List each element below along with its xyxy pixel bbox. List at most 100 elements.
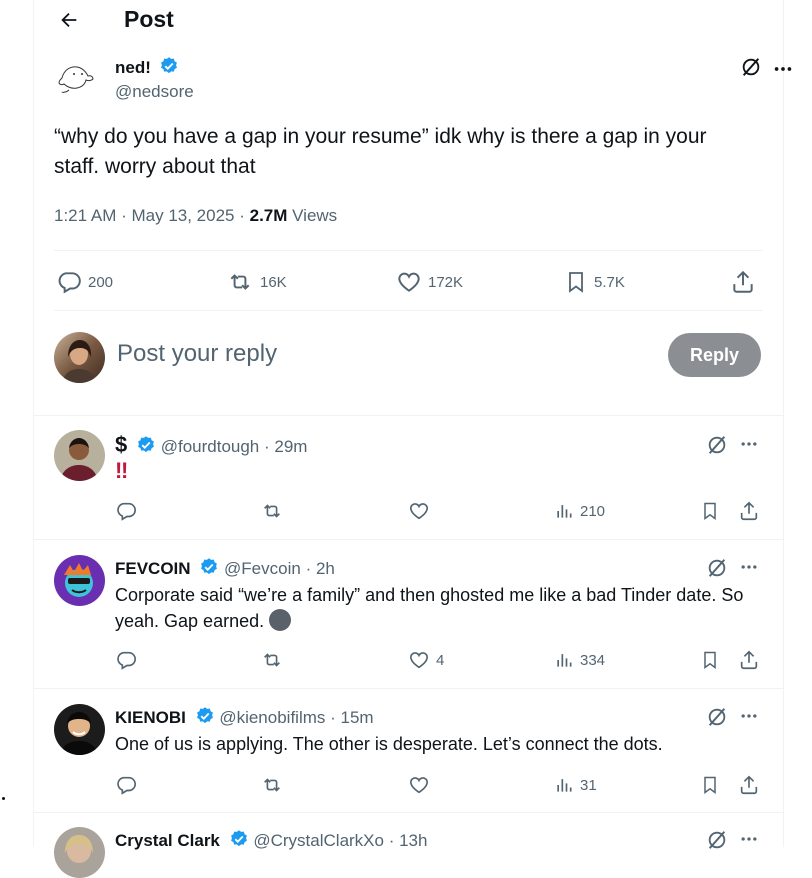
analytics-icon: [557, 779, 572, 792]
grok-button[interactable]: [706, 434, 728, 461]
reply-author-handle[interactable]: @kienobifilms: [219, 708, 325, 727]
author-handle[interactable]: @nedsore: [115, 82, 194, 102]
back-button[interactable]: [54, 6, 84, 34]
divider: [34, 415, 783, 416]
comment-icon: [117, 502, 136, 521]
grok-button[interactable]: [706, 557, 728, 584]
page-title: Post: [124, 6, 174, 32]
reply-count: 200: [88, 273, 114, 291]
author-name[interactable]: ned!: [115, 58, 151, 77]
reply-author-name[interactable]: Crystal Clark: [115, 831, 220, 850]
post-author: ned! @nedsore: [54, 52, 792, 108]
reply-avatar[interactable]: [54, 430, 105, 481]
post-meta: 1:21 AM · May 13, 2025 · 2.7M Views: [54, 206, 337, 226]
like-action[interactable]: 4: [408, 645, 444, 675]
reply-text: ‼: [115, 458, 128, 483]
share-action[interactable]: [738, 770, 760, 800]
reply-author-handle[interactable]: @CrystalClarkXo: [253, 831, 384, 850]
views-action[interactable]: 31: [554, 770, 597, 800]
reply-time[interactable]: · 13h: [389, 831, 428, 850]
bookmark-action[interactable]: [700, 770, 720, 800]
reply-button[interactable]: Reply: [668, 333, 761, 377]
repost-action[interactable]: [260, 496, 284, 526]
more-horizontal-icon: [741, 442, 757, 446]
analytics-icon: [557, 654, 572, 667]
verified-badge-icon: [161, 57, 178, 74]
reply-author-handle[interactable]: @Fevcoin: [224, 559, 301, 578]
like-action[interactable]: [408, 496, 436, 526]
reply-author-name[interactable]: KIENOBI: [115, 708, 186, 727]
more-horizontal-icon: [774, 67, 792, 71]
comment-icon: [58, 272, 81, 294]
views-count: 334: [580, 651, 606, 669]
reply-author-name[interactable]: FEVCOIN: [115, 559, 191, 578]
views-action[interactable]: 210: [554, 496, 605, 526]
views-count: 31: [580, 776, 597, 794]
reply-time[interactable]: · 2h: [306, 559, 335, 578]
repost-action[interactable]: [260, 645, 284, 675]
repost-action[interactable]: 16K: [226, 262, 287, 302]
reply-avatar[interactable]: [54, 555, 105, 606]
verified-badge-icon: [230, 830, 247, 847]
grok-icon: [708, 436, 726, 454]
share-action[interactable]: [738, 496, 760, 526]
reply-item[interactable]: KIENOBI @kienobifilms · 15m One of us is…: [34, 704, 783, 809]
reply-author-name[interactable]: $: [115, 432, 127, 457]
neutral-face-emoji-icon: [269, 609, 292, 631]
reply-header: $ @fourdtough · 29m: [115, 432, 307, 458]
bookmark-action[interactable]: [700, 496, 720, 526]
grok-button[interactable]: [706, 829, 728, 856]
arrow-left-icon: [61, 12, 77, 28]
reply-input[interactable]: Post your reply: [117, 340, 277, 368]
reply-header: Crystal Clark @CrystalClarkXo · 13h: [115, 829, 427, 851]
heart-icon: [398, 272, 420, 292]
reply-action[interactable]: [115, 496, 137, 526]
author-avatar[interactable]: [54, 52, 100, 98]
more-options-button[interactable]: [772, 58, 794, 85]
grok-button[interactable]: [740, 56, 762, 83]
share-icon: [740, 650, 758, 670]
heart-icon: [409, 503, 429, 520]
reply-action[interactable]: 200: [56, 262, 113, 302]
comment-icon: [117, 651, 136, 670]
post-actions: 200 16K 172K 5.7K: [54, 262, 763, 302]
reply-author-handle[interactable]: @fourdtough: [161, 437, 260, 456]
grok-button[interactable]: [706, 706, 728, 733]
main-column: Post ned! @nedsore “why do you have a ga…: [33, 0, 792, 878]
reply-item[interactable]: FEVCOIN @Fevcoin · 2h Corporate said “we…: [34, 555, 783, 685]
reply-action[interactable]: [115, 645, 137, 675]
share-action[interactable]: [730, 262, 756, 302]
reply-action[interactable]: [115, 770, 137, 800]
repost-action[interactable]: [260, 770, 284, 800]
share-action[interactable]: [738, 645, 760, 675]
bookmark-action[interactable]: [700, 645, 720, 675]
divider: [54, 250, 763, 251]
like-action[interactable]: [408, 770, 436, 800]
more-options-button[interactable]: [739, 829, 759, 854]
verified-badge-icon: [138, 436, 154, 453]
reply-item[interactable]: Crystal Clark @CrystalClarkXo · 13h: [34, 827, 783, 878]
more-options-button[interactable]: [739, 557, 759, 582]
grok-icon: [708, 708, 726, 726]
user-avatar[interactable]: [54, 332, 105, 383]
more-options-button[interactable]: [739, 434, 759, 459]
views-action[interactable]: 334: [554, 645, 605, 675]
reply-time[interactable]: · 29m: [264, 437, 307, 456]
divider: [34, 688, 783, 689]
like-action[interactable]: 172K: [396, 262, 463, 302]
comment-icon: [117, 776, 136, 795]
like-count: 4: [436, 651, 445, 669]
repost-icon: [264, 778, 280, 792]
repost-icon: [264, 504, 280, 518]
reply-avatar[interactable]: [54, 827, 105, 878]
reply-avatar[interactable]: [54, 704, 105, 755]
bookmark-action[interactable]: 5.7K: [564, 262, 625, 302]
repost-count: 16K: [260, 273, 287, 291]
reply-time[interactable]: · 15m: [330, 708, 373, 727]
more-options-button[interactable]: [739, 706, 759, 731]
reply-item[interactable]: $ @fourdtough · 29m ‼ 210: [34, 430, 783, 538]
like-count: 172K: [428, 273, 464, 291]
views-count: 210: [580, 502, 606, 520]
heart-icon: [409, 777, 429, 794]
post-timestamp[interactable]: 1:21 AM · May 13, 2025 ·: [54, 206, 250, 225]
